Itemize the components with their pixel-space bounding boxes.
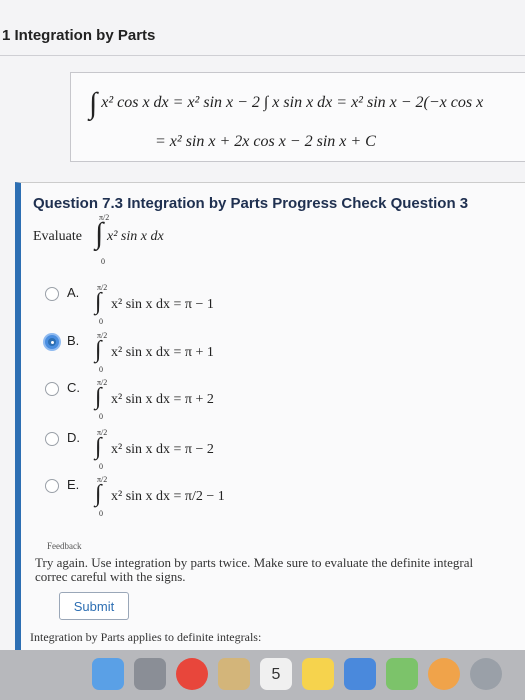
- evaluate-label: Evaluate: [33, 229, 82, 244]
- preview-icon[interactable]: [218, 658, 250, 690]
- bottom-text: Integration by Parts applies to definite…: [30, 630, 262, 644]
- integral-sign: ∫: [95, 337, 102, 363]
- option-b[interactable]: B. π/2 ∫ 0 x² sin x dx = π + 1: [45, 331, 505, 375]
- option-expression: x² sin x dx = π + 2: [111, 392, 214, 407]
- dock: 5: [0, 650, 525, 700]
- question-card: Question 7.3 Integration by Parts Progre…: [15, 182, 525, 651]
- example-line-1: ∫ x² cos x dx = x² sin x − 2 ∫ x sin x d…: [89, 87, 484, 120]
- calendar-icon[interactable]: 5: [260, 658, 292, 690]
- option-expression: x² sin x dx = π/2 − 1: [111, 489, 225, 504]
- lower-limit: 0: [99, 317, 103, 326]
- chrome-icon[interactable]: [176, 658, 208, 690]
- option-expression: x² sin x dx = π − 1: [111, 297, 214, 312]
- radio-button[interactable]: [45, 382, 59, 396]
- feedback-text: Try again. Use integration by parts twic…: [35, 555, 474, 584]
- radio-button[interactable]: [45, 479, 59, 493]
- question-title: Question 7.3 Integration by Parts Progre…: [33, 195, 469, 212]
- lower-limit: 0: [99, 365, 103, 374]
- option-c[interactable]: C. π/2 ∫ 0 x² sin x dx = π + 2: [45, 378, 505, 422]
- integral-sign: ∫: [95, 384, 102, 410]
- option-e[interactable]: E. π/2 ∫ 0 x² sin x dx = π/2 − 1: [45, 475, 505, 519]
- calendar-day: 5: [271, 666, 281, 683]
- finder-icon[interactable]: [92, 658, 124, 690]
- submit-button[interactable]: Submit: [59, 592, 129, 620]
- browser-viewport: 1 Integration by Parts ∫ x² cos x dx = x…: [0, 0, 525, 651]
- example-box: ∫ x² cos x dx = x² sin x − 2 ∫ x sin x d…: [70, 72, 525, 162]
- radio-button[interactable]: [45, 287, 59, 301]
- radio-button[interactable]: [45, 335, 59, 349]
- option-letter: B.: [67, 333, 80, 348]
- option-letter: E.: [67, 477, 80, 492]
- integral-sign: ∫: [95, 217, 104, 250]
- feedback-label: Feedback: [47, 541, 82, 551]
- option-expression: x² sin x dx = π + 1: [111, 345, 214, 360]
- lower-limit: 0: [99, 412, 103, 421]
- integral-sign: ∫: [95, 434, 102, 460]
- option-a[interactable]: A. π/2 ∫ 0 x² sin x dx = π − 1: [45, 283, 505, 327]
- example-line-2: = x² sin x + 2x cos x − 2 sin x + C: [155, 133, 376, 150]
- lower-limit: 0: [99, 509, 103, 518]
- integral-sign: ∫: [89, 87, 98, 120]
- photos-icon[interactable]: [428, 658, 460, 690]
- section-title: 1 Integration by Parts: [2, 27, 156, 44]
- lower-limit: 0: [99, 462, 103, 471]
- option-expression: x² sin x dx = π − 2: [111, 442, 214, 457]
- integrand: x² sin x dx: [107, 229, 164, 244]
- option-d[interactable]: D. π/2 ∫ 0 x² sin x dx = π − 2: [45, 428, 505, 472]
- app-icon[interactable]: [344, 658, 376, 690]
- rocket-icon[interactable]: [134, 658, 166, 690]
- integral-sign: ∫: [95, 481, 102, 507]
- lower-limit: 0: [101, 257, 105, 266]
- settings-icon[interactable]: [470, 658, 502, 690]
- notes-icon[interactable]: [302, 658, 334, 690]
- option-letter: A.: [67, 285, 80, 300]
- option-letter: D.: [67, 430, 80, 445]
- radio-button[interactable]: [45, 432, 59, 446]
- option-letter: C.: [67, 380, 80, 395]
- divider: [0, 55, 525, 56]
- integral-sign: ∫: [95, 289, 102, 315]
- music-icon[interactable]: [386, 658, 418, 690]
